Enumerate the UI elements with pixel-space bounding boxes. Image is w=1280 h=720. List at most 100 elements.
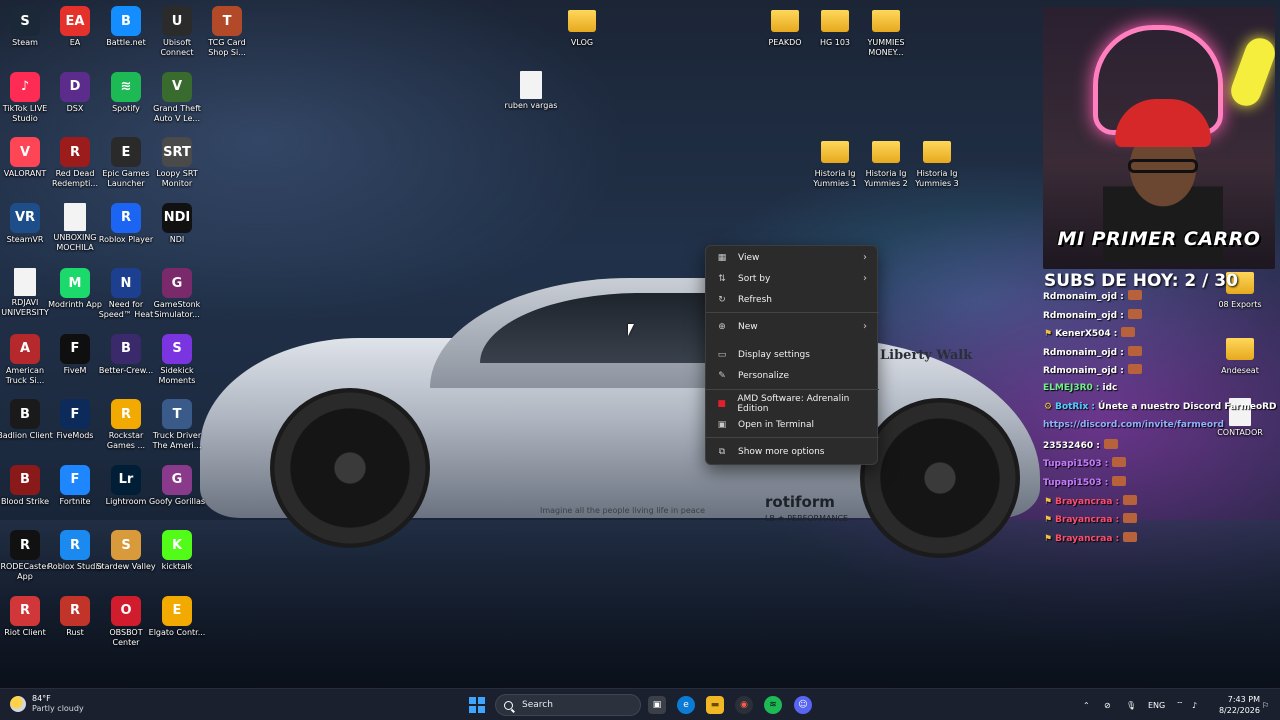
- volume-icon[interactable]: ♪: [1192, 689, 1197, 720]
- chat-username: 23532460 :: [1043, 440, 1100, 451]
- edge-icon[interactable]: e: [677, 696, 695, 714]
- menu-item-label: Display settings: [738, 350, 810, 360]
- app-icon: U: [162, 6, 192, 36]
- folder-icon: [821, 10, 849, 32]
- desktop-icon-gamestonk-simulator[interactable]: G GameStonk Simulator...: [147, 268, 207, 320]
- menu-item-view[interactable]: ▦ View ›: [710, 248, 875, 268]
- desktop-icon-label: Historia Ig Yummies 3: [915, 169, 959, 188]
- desktop-icon-ndi[interactable]: NDI NDI: [147, 202, 207, 245]
- chat-emote-icon: [1127, 345, 1142, 356]
- menu-item-display-settings[interactable]: ▭ Display settings: [710, 345, 875, 365]
- car-brand-text: Liberty Walk: [880, 348, 973, 363]
- menu-item-label: Personalize: [738, 371, 790, 381]
- desktop-icon-label: VLOG: [570, 38, 594, 47]
- menu-item-label: Sort by: [738, 274, 771, 284]
- desktop-icon-grand-theft-auto-v-le[interactable]: V Grand Theft Auto V Le...: [147, 71, 207, 124]
- app-icon: S: [162, 333, 192, 364]
- discord-icon[interactable]: ☺: [794, 696, 812, 714]
- notification-bell-icon[interactable]: ⚐: [1262, 689, 1269, 720]
- chat-link[interactable]: https://discord.com/invite/farmeord: [1043, 420, 1224, 430]
- desktop-icon-label: Elgato Contr...: [148, 627, 206, 637]
- menu-item-amd-software-adrenalin-edition[interactable]: ■ AMD Software: Adrenalin Edition: [710, 394, 875, 414]
- app-icon: SRT: [162, 137, 192, 167]
- app-icon: EA: [60, 6, 90, 36]
- desktop-icon-tcg-card-shop-si[interactable]: T TCG Card Shop Si...: [197, 6, 257, 58]
- chat-badge-icon: ⚑: [1044, 533, 1053, 544]
- app-icon: G: [162, 464, 192, 495]
- app-icon: S: [111, 530, 141, 560]
- desktop-icon-truck-driver-the-ameri[interactable]: T Truck Driver The Ameri...: [147, 399, 207, 451]
- chat-emote-icon: [1127, 364, 1142, 375]
- chat-emote-icon: [1123, 531, 1138, 542]
- folder-icon: [821, 141, 849, 163]
- show-hidden-icons-chevron-icon[interactable]: ⌃: [1083, 689, 1090, 720]
- chat-username: Brayancraa :: [1055, 533, 1120, 544]
- desktop-icon-label: YUMMIES MONEY...: [867, 38, 905, 57]
- chevron-right-icon: ›: [863, 273, 867, 284]
- search-icon: [504, 700, 513, 710]
- car-tagline: Imagine all the people living life in pe…: [540, 506, 705, 515]
- file-ruben-vargas[interactable]: ruben vargas: [501, 71, 561, 111]
- windows-logo-icon: [469, 697, 476, 704]
- folder-icon: [872, 10, 900, 32]
- spotify-taskbar-icon[interactable]: ≋: [764, 696, 782, 714]
- app-icon: O: [111, 595, 141, 626]
- folder-icon: [872, 141, 900, 163]
- language-indicator[interactable]: ENG: [1148, 689, 1165, 720]
- partly-cloudy-icon: [10, 696, 26, 712]
- file-explorer-icon[interactable]: ▬: [706, 696, 724, 714]
- start-button[interactable]: [469, 697, 485, 713]
- menu-item-open-in-terminal[interactable]: ▣ Open in Terminal: [710, 415, 875, 435]
- chat-text: idc: [1102, 383, 1118, 393]
- clock[interactable]: 7:43 PM 8/22/2026: [1210, 694, 1260, 716]
- folder-yummies-money[interactable]: YUMMIES MONEY...: [856, 6, 916, 58]
- folder-icon: [771, 10, 799, 32]
- app-icon: ≋: [111, 71, 141, 102]
- menu-item-refresh[interactable]: ↻ Refresh: [710, 290, 875, 310]
- desktop-icon-elgato-contr[interactable]: E Elgato Contr...: [147, 595, 207, 638]
- chat-emote-icon: [1112, 457, 1127, 468]
- chat-message: Rdmonaim_ojd :: [1043, 364, 1142, 380]
- plus-circle-icon: ⊕: [718, 322, 726, 332]
- desktop-icon-goofy-gorillas[interactable]: G Goofy Gorillas: [147, 464, 207, 507]
- menu-item-label: Open in Terminal: [738, 420, 814, 430]
- chat-message: ⚑ KenerX504 :: [1044, 327, 1136, 343]
- chat-message: Rdmonaim_ojd :: [1043, 308, 1142, 325]
- menu-item-personalize[interactable]: ✎ Personalize: [710, 366, 875, 386]
- folder-historia-ig-yummies-3[interactable]: Historia Ig Yummies 3: [907, 137, 967, 189]
- folder-andeseat[interactable]: Andeseat: [1210, 334, 1270, 376]
- desktop-icon-label: NDI: [169, 234, 185, 244]
- app-icon: M: [60, 268, 90, 298]
- app-icon: F: [60, 399, 90, 429]
- wallpaper-car: Liberty Walk Imagine all the people livi…: [180, 268, 1060, 558]
- chat-message: ⚙ BotRix : Únete a nuestro Discord FarmeoR…: [1044, 402, 1277, 418]
- folder-icon: [568, 10, 596, 32]
- desktop-icon-loopy-srt-monitor[interactable]: SRT Loopy SRT Monitor: [147, 137, 207, 189]
- menu-item-new[interactable]: ⊕ New ›: [710, 317, 875, 337]
- folder-vlog[interactable]: VLOG: [552, 6, 612, 48]
- clock-time: 7:43 PM: [1227, 695, 1260, 704]
- taskbar-search[interactable]: Search: [495, 694, 641, 716]
- app-icon: F: [60, 333, 90, 364]
- weather-widget[interactable]: 84°F Partly cloudy: [10, 694, 84, 714]
- chat-text: Únete a nuestro Discord FarmeoRD: [1097, 401, 1277, 412]
- microphone-icon[interactable]: 🎙︎: [1126, 689, 1136, 720]
- desktop-icon-label: GameStonk Simulator...: [153, 300, 201, 319]
- taskbar: 84°F Partly cloudy Search ▣ e ▬ ◉ ≋ ☺ ⌃ …: [0, 688, 1280, 720]
- chevron-right-icon: ›: [863, 321, 867, 332]
- menu-item-show-more-options[interactable]: ⧉ Show more options: [710, 442, 875, 462]
- app-icon: B: [10, 464, 40, 495]
- network-off-icon[interactable]: ⊘: [1104, 689, 1111, 720]
- wifi-icon[interactable]: ⌔: [1176, 689, 1184, 720]
- menu-item-sort-by[interactable]: ⇅ Sort by ›: [710, 269, 875, 289]
- obs-icon[interactable]: ◉: [735, 696, 753, 714]
- app-icon: G: [162, 268, 192, 298]
- chat-badge-icon: ⚑: [1044, 496, 1053, 507]
- app-icon: A: [10, 333, 40, 364]
- desktop-icon-kicktalk[interactable]: Kkicktalk: [147, 530, 207, 572]
- desktop-icon-label: ruben vargas: [504, 101, 558, 110]
- app-icon: D: [60, 71, 90, 102]
- chat-message: Tupapi1503 :: [1043, 476, 1127, 492]
- desktop-icon-sidekick-moments[interactable]: S Sidekick Moments: [147, 333, 207, 386]
- task-view-icon[interactable]: ▣: [648, 696, 666, 714]
